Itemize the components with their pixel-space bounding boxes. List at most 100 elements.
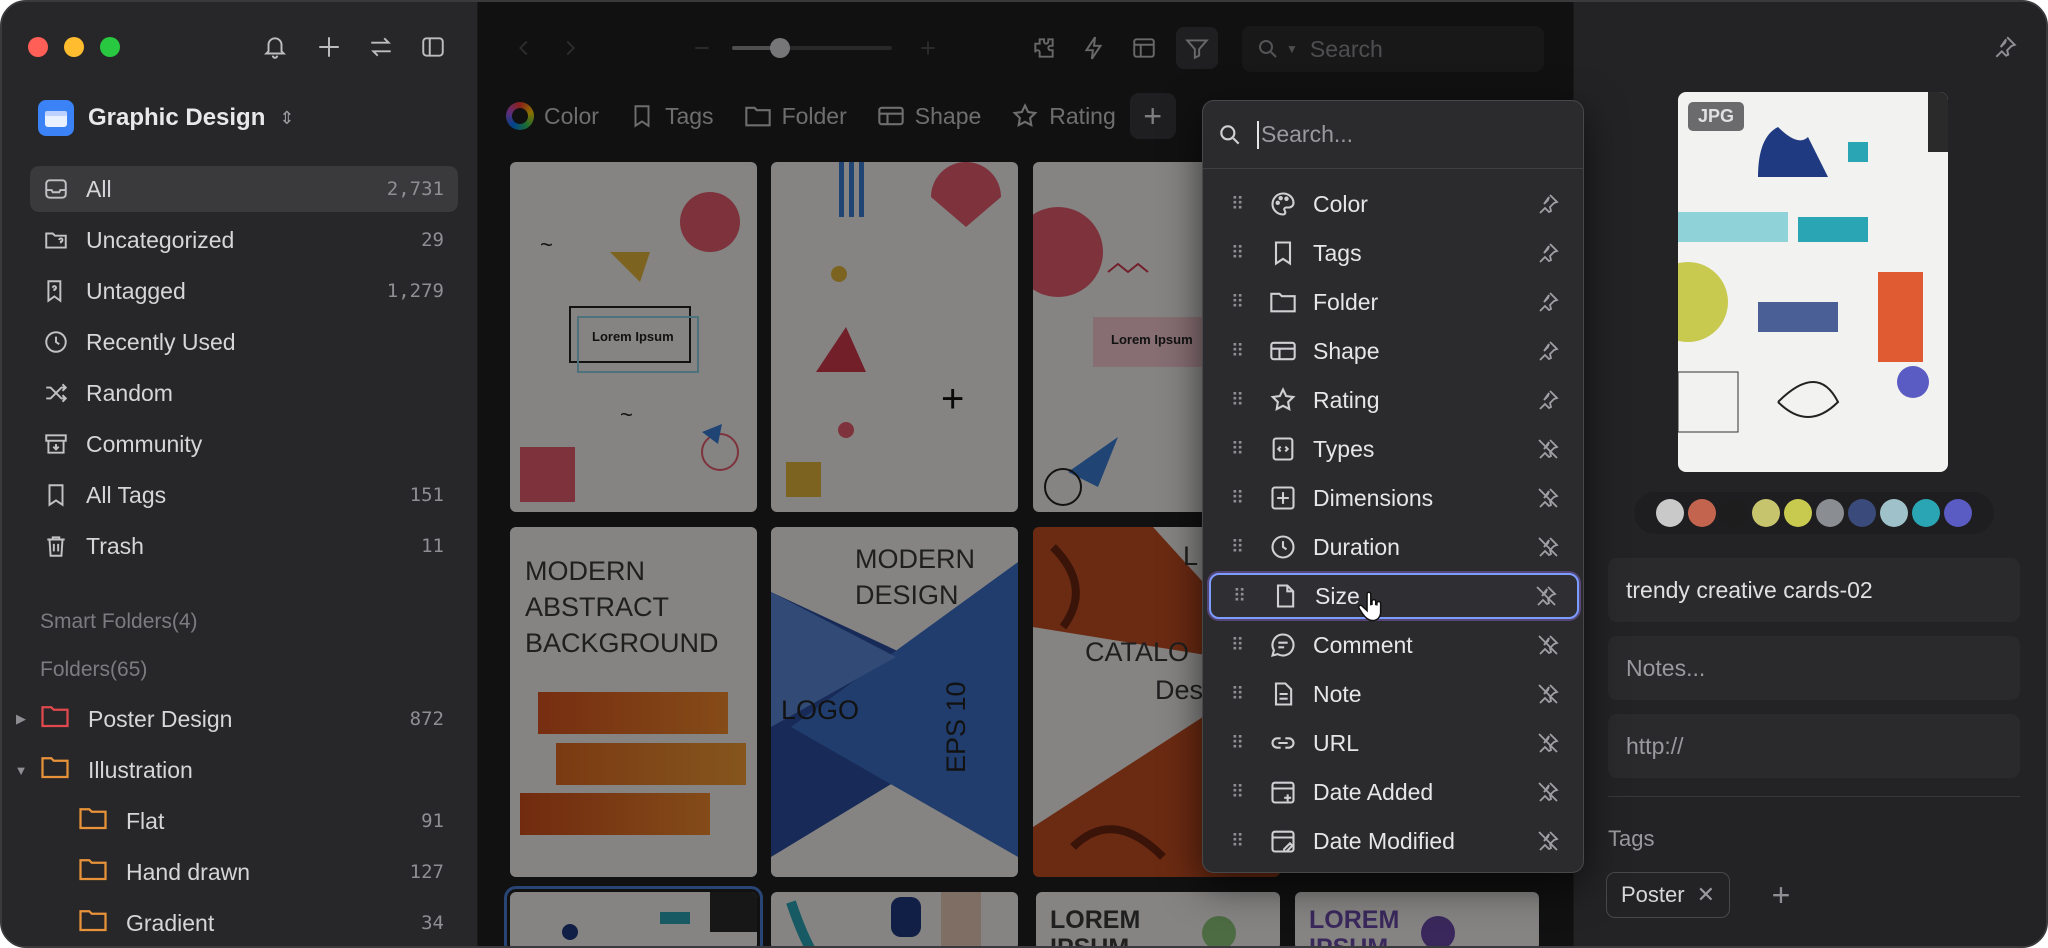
chevron-right-icon[interactable]: ▶: [10, 711, 32, 727]
action-icon[interactable]: [1076, 30, 1112, 66]
folder-hand-drawn[interactable]: Hand drawn 127: [10, 849, 458, 895]
chevron-down-icon[interactable]: ▼: [10, 763, 32, 778]
dropdown-item-url[interactable]: ⠿ URL: [1209, 720, 1579, 766]
add-tag-button[interactable]: +: [1762, 876, 1800, 914]
color-swatch[interactable]: [1944, 499, 1972, 527]
chevron-down-icon[interactable]: ▼: [1286, 42, 1298, 56]
zoom-in-icon[interactable]: [910, 30, 946, 66]
url-field[interactable]: http://: [1608, 714, 2020, 778]
filter-tags[interactable]: Tags: [629, 103, 714, 130]
drag-handle-icon[interactable]: ⠿: [1233, 587, 1251, 605]
smart-folders-header[interactable]: Smart Folders(4): [40, 610, 198, 634]
dropdown-search-input[interactable]: Search...: [1203, 101, 1583, 169]
close-window-button[interactable]: [28, 37, 48, 57]
folder-poster-design[interactable]: ▶ Poster Design 872: [10, 696, 458, 742]
forward-icon[interactable]: [552, 30, 588, 66]
bell-icon[interactable]: [258, 30, 292, 64]
pin-icon[interactable]: [1535, 338, 1561, 364]
color-swatch[interactable]: [1752, 499, 1780, 527]
dropdown-item-rating[interactable]: ⠿ Rating: [1209, 377, 1579, 423]
name-field[interactable]: trendy creative cards-02: [1608, 558, 2020, 622]
unpin-icon[interactable]: [1535, 534, 1561, 560]
thumbnail-card[interactable]: LOREM IPSUM: [1295, 892, 1539, 946]
unpin-icon[interactable]: [1535, 730, 1561, 756]
sidebar-toggle-icon[interactable]: [416, 30, 450, 64]
dropdown-item-note[interactable]: ⠿ Note: [1209, 671, 1579, 717]
pin-icon[interactable]: [1535, 289, 1561, 315]
drag-handle-icon[interactable]: ⠿: [1231, 440, 1249, 458]
add-icon[interactable]: [312, 30, 346, 64]
unpin-icon[interactable]: [1535, 779, 1561, 805]
pin-icon[interactable]: [1535, 387, 1561, 413]
library-switcher[interactable]: Graphic Design ⇕: [38, 98, 294, 138]
layout-icon[interactable]: [1126, 30, 1162, 66]
dropdown-item-comment[interactable]: ⠿ Comment: [1209, 622, 1579, 668]
pin-icon[interactable]: [1535, 191, 1561, 217]
plugin-icon[interactable]: [1026, 30, 1062, 66]
back-icon[interactable]: [506, 30, 542, 66]
color-swatch[interactable]: [1912, 499, 1940, 527]
unpin-icon[interactable]: [1535, 632, 1561, 658]
dropdown-item-date-added[interactable]: ⠿ Date Added: [1209, 769, 1579, 815]
folders-header[interactable]: Folders(65): [40, 658, 147, 682]
drag-handle-icon[interactable]: ⠿: [1231, 636, 1249, 654]
color-swatch[interactable]: [1784, 499, 1812, 527]
unpin-icon[interactable]: [1535, 681, 1561, 707]
drag-handle-icon[interactable]: ⠿: [1231, 489, 1249, 507]
pin-icon[interactable]: [1535, 240, 1561, 266]
color-swatch[interactable]: [1880, 499, 1908, 527]
color-swatch[interactable]: [1848, 499, 1876, 527]
color-swatch[interactable]: [1720, 499, 1748, 527]
zoom-slider-thumb[interactable]: [770, 38, 790, 58]
dropdown-item-shape[interactable]: ⠿ Shape: [1209, 328, 1579, 374]
dropdown-item-size[interactable]: ⠿ Size: [1209, 573, 1579, 622]
drag-handle-icon[interactable]: ⠿: [1231, 342, 1249, 360]
thumbnail-card[interactable]: MODERN DESIGN LOGO EPS 10: [771, 527, 1018, 877]
add-filter-button[interactable]: +: [1129, 93, 1176, 139]
pin-icon[interactable]: [1992, 34, 2018, 60]
folder-gradient[interactable]: Gradient 34: [10, 900, 458, 946]
sidebar-item-uncategorized[interactable]: Uncategorized 29: [30, 217, 458, 263]
maximize-window-button[interactable]: [100, 37, 120, 57]
unpin-icon[interactable]: [1535, 436, 1561, 462]
thumbnail-card[interactable]: +: [771, 162, 1018, 512]
unpin-icon[interactable]: [1535, 485, 1561, 511]
drag-handle-icon[interactable]: ⠿: [1231, 783, 1249, 801]
filter-shape[interactable]: Shape: [877, 103, 981, 130]
drag-handle-icon[interactable]: ⠿: [1231, 538, 1249, 556]
tag-chip[interactable]: Poster ✕: [1606, 872, 1731, 918]
sync-icon[interactable]: [364, 30, 398, 64]
drag-handle-icon[interactable]: ⠿: [1231, 832, 1249, 850]
filter-rating[interactable]: Rating: [1011, 102, 1116, 130]
color-swatch[interactable]: [1816, 499, 1844, 527]
thumbnail-card[interactable]: [771, 892, 1018, 946]
color-swatch[interactable]: [1656, 499, 1684, 527]
filter-icon[interactable]: [1176, 27, 1218, 69]
drag-handle-icon[interactable]: ⠿: [1231, 195, 1249, 213]
dropdown-item-dimensions[interactable]: ⠿ Dimensions: [1209, 475, 1579, 521]
zoom-slider[interactable]: [732, 38, 892, 58]
dropdown-item-types[interactable]: ⠿ Types: [1209, 426, 1579, 472]
zoom-out-icon[interactable]: [684, 30, 720, 66]
notes-field[interactable]: Notes...: [1608, 636, 2020, 700]
sidebar-item-all-tags[interactable]: All Tags 151: [30, 472, 458, 518]
filter-color[interactable]: Color: [506, 102, 599, 130]
dropdown-item-tags[interactable]: ⠿ Tags: [1209, 230, 1579, 276]
sidebar-item-community[interactable]: Community: [30, 421, 458, 467]
unpin-icon[interactable]: [1533, 583, 1559, 609]
thumbnail-card-selected[interactable]: [504, 886, 763, 946]
thumbnail-card[interactable]: MODERN ABSTRACT BACKGROUND: [510, 527, 757, 877]
drag-handle-icon[interactable]: ⠿: [1231, 734, 1249, 752]
thumbnail-card[interactable]: LOREM IPSUM: [1036, 892, 1280, 946]
dropdown-item-duration[interactable]: ⠿ Duration: [1209, 524, 1579, 570]
sidebar-item-random[interactable]: Random: [30, 370, 458, 416]
remove-tag-icon[interactable]: ✕: [1697, 882, 1715, 908]
folder-flat[interactable]: Flat 91: [10, 798, 458, 844]
sidebar-item-untagged[interactable]: Untagged 1,279: [30, 268, 458, 314]
folder-illustration[interactable]: ▼ Illustration: [10, 747, 458, 793]
sidebar-item-trash[interactable]: Trash 11: [30, 523, 458, 569]
unpin-icon[interactable]: [1535, 828, 1561, 854]
search-input[interactable]: ▼ Search: [1242, 26, 1544, 72]
drag-handle-icon[interactable]: ⠿: [1231, 391, 1249, 409]
minimize-window-button[interactable]: [64, 37, 84, 57]
